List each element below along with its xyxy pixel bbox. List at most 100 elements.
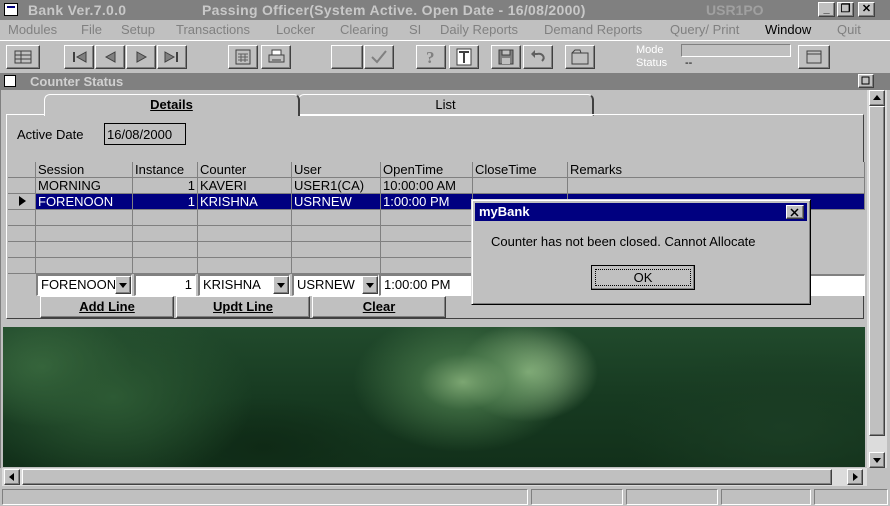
menu-locker[interactable]: Locker [276, 22, 315, 37]
table-cell-closetime[interactable] [473, 178, 568, 194]
chevron-down-icon[interactable] [115, 276, 131, 294]
row-selector[interactable] [8, 194, 36, 210]
table-cell-instance[interactable]: 1 [133, 178, 198, 194]
menu-quit[interactable]: Quit [837, 22, 861, 37]
table-cell-session[interactable]: MORNING [36, 178, 133, 194]
row-selector[interactable] [8, 258, 36, 274]
column-header-user[interactable]: User [292, 162, 381, 178]
ok-button[interactable]: OK [591, 265, 695, 290]
scroll-down-icon[interactable] [869, 452, 885, 468]
menu-si[interactable]: SI [409, 22, 421, 37]
close-icon[interactable] [786, 205, 804, 219]
menu-clearing[interactable]: Clearing [340, 22, 388, 37]
horizontal-scrollbar[interactable] [2, 468, 867, 486]
table-cell-empty[interactable] [292, 258, 381, 274]
table-cell-empty[interactable] [133, 258, 198, 274]
tab-details[interactable]: Details [44, 94, 300, 116]
confirm-check-icon[interactable] [364, 45, 394, 69]
table-cell-remarks[interactable] [568, 178, 865, 194]
table-cell-empty[interactable] [36, 242, 133, 258]
undo-icon[interactable] [523, 45, 553, 69]
table-cell-empty[interactable] [198, 242, 292, 258]
add-line-button[interactable]: Add Line [40, 296, 174, 318]
blank-button[interactable] [331, 45, 363, 69]
menu-window[interactable]: Window [765, 22, 811, 37]
instance-field[interactable]: 1 [134, 274, 196, 296]
table-cell-session[interactable]: FORENOON [36, 194, 133, 210]
close-button[interactable]: ✕ [858, 2, 875, 17]
menu-modules[interactable]: Modules [8, 22, 57, 37]
open-folder-icon[interactable] [565, 45, 595, 69]
table-cell-empty[interactable] [36, 210, 133, 226]
table-cell-user[interactable]: USRNEW [292, 194, 381, 210]
table-cell-empty[interactable] [381, 258, 473, 274]
table-cell-counter[interactable]: KRISHNA [198, 194, 292, 210]
app-icon[interactable] [4, 3, 18, 16]
table-cell-empty[interactable] [133, 210, 198, 226]
table-cell-empty[interactable] [292, 242, 381, 258]
table-cell-empty[interactable] [198, 258, 292, 274]
clear-button[interactable]: Clear [312, 296, 446, 318]
session-combo[interactable]: FORENOON [36, 274, 132, 296]
window-icon[interactable] [798, 45, 830, 69]
table-cell-opentime[interactable]: 1:00:00 PM [381, 194, 473, 210]
table-cell-empty[interactable] [36, 226, 133, 242]
child-title-bar[interactable]: Counter Status [0, 73, 890, 90]
next-record-icon[interactable] [126, 45, 156, 69]
column-header-remarks[interactable]: Remarks [568, 162, 865, 178]
form-icon[interactable] [6, 45, 40, 69]
chevron-down-icon[interactable] [362, 276, 378, 294]
table-cell-empty[interactable] [133, 226, 198, 242]
menu-daily-reports[interactable]: Daily Reports [440, 22, 518, 37]
app-title-bar[interactable]: Bank Ver.7.0.0 Passing Officer(System Ac… [0, 0, 890, 20]
first-record-icon[interactable] [64, 45, 94, 69]
previous-record-icon[interactable] [95, 45, 125, 69]
table-cell-empty[interactable] [381, 226, 473, 242]
table-cell-opentime[interactable]: 10:00:00 AM [381, 178, 473, 194]
column-header-counter[interactable]: Counter [198, 162, 292, 178]
column-header-closetime[interactable]: CloseTime [473, 162, 568, 178]
child-restore-button[interactable] [858, 74, 874, 88]
calculator-icon[interactable] [228, 45, 258, 69]
text-tool-icon[interactable] [449, 45, 479, 69]
menu-transactions[interactable]: Transactions [176, 22, 250, 37]
save-icon[interactable] [491, 45, 521, 69]
row-selector[interactable] [8, 210, 36, 226]
menu-demand-reports[interactable]: Demand Reports [544, 22, 642, 37]
menu-file[interactable]: File [81, 22, 102, 37]
table-cell-empty[interactable] [381, 242, 473, 258]
user-combo[interactable]: USRNEW [292, 274, 379, 296]
table-cell-user[interactable]: USER1(CA) [292, 178, 381, 194]
row-selector[interactable] [8, 242, 36, 258]
update-line-button[interactable]: Updt Line [176, 296, 310, 318]
window-icon[interactable] [4, 75, 16, 87]
table-cell-empty[interactable] [381, 210, 473, 226]
row-selector[interactable] [8, 226, 36, 242]
restore-button[interactable]: ❐ [837, 2, 854, 17]
scroll-thumb[interactable] [869, 106, 885, 436]
print-icon[interactable] [261, 45, 291, 69]
column-header-session[interactable]: Session [36, 162, 133, 178]
dialog-title-bar[interactable]: myBank [475, 203, 807, 221]
help-icon[interactable]: ? [416, 45, 446, 69]
table-cell-empty[interactable] [292, 210, 381, 226]
vertical-scrollbar[interactable] [867, 90, 887, 468]
tab-list[interactable]: List [298, 94, 594, 116]
table-cell-empty[interactable] [292, 226, 381, 242]
menu-setup[interactable]: Setup [121, 22, 155, 37]
column-header-opentime[interactable]: OpenTime [381, 162, 473, 178]
table-cell-empty[interactable] [198, 226, 292, 242]
minimize-button[interactable]: _ [818, 2, 835, 17]
scroll-up-icon[interactable] [869, 90, 885, 106]
active-date-field[interactable]: 16/08/2000 [104, 123, 186, 145]
menu-query-print[interactable]: Query/ Print [670, 22, 739, 37]
scroll-left-icon[interactable] [4, 469, 20, 485]
table-cell-empty[interactable] [198, 210, 292, 226]
table-cell-empty[interactable] [133, 242, 198, 258]
scroll-thumb[interactable] [22, 469, 832, 485]
scroll-right-icon[interactable] [847, 469, 863, 485]
counter-combo[interactable]: KRISHNA [198, 274, 290, 296]
table-cell-instance[interactable]: 1 [133, 194, 198, 210]
column-header-instance[interactable]: Instance [133, 162, 198, 178]
table-cell-empty[interactable] [36, 258, 133, 274]
